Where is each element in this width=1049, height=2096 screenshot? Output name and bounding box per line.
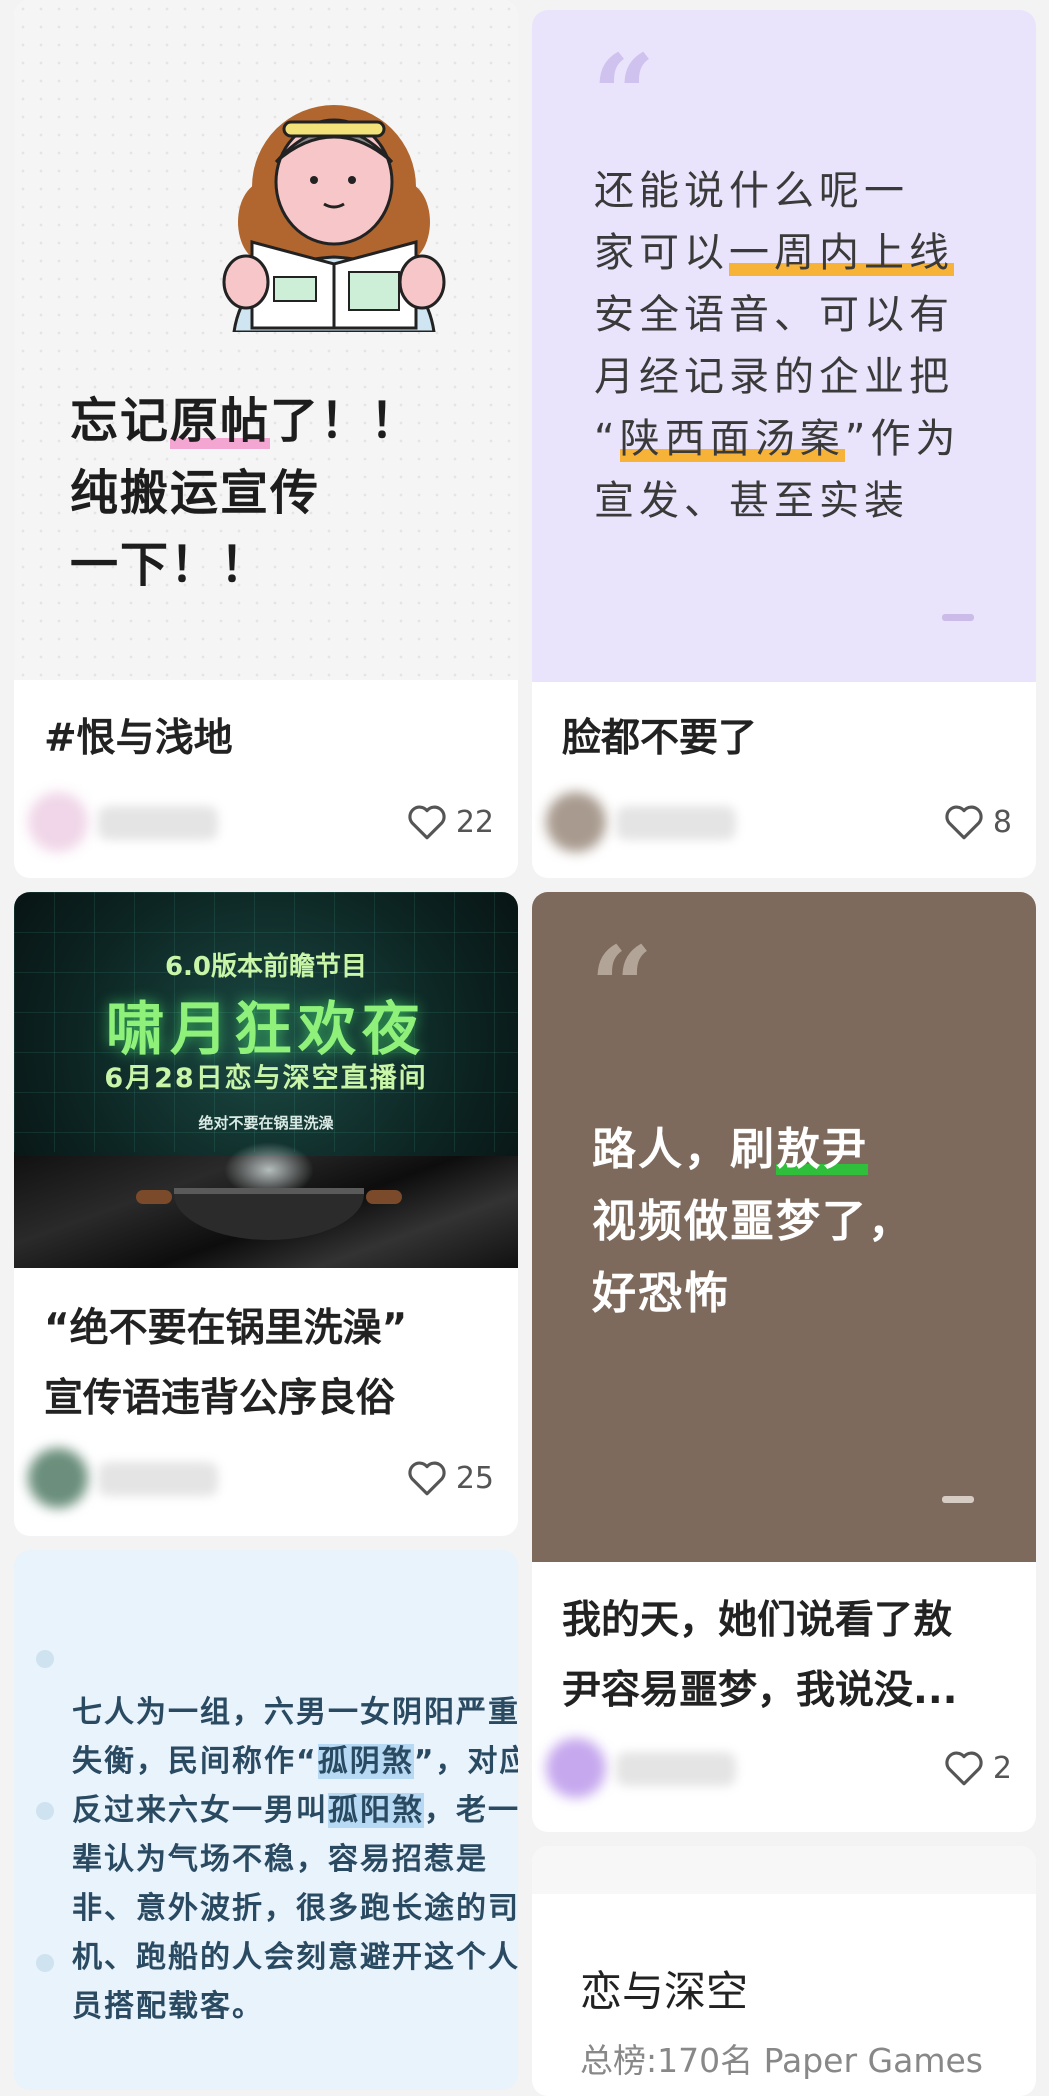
heart-outline-icon: [408, 1461, 446, 1496]
author-name[interactable]: [616, 1752, 736, 1786]
quote-mark-icon: “: [592, 30, 656, 159]
heart-outline-icon: [945, 1751, 983, 1786]
post-meta: 2: [546, 1738, 1012, 1798]
author-name[interactable]: [98, 806, 218, 840]
avatar[interactable]: [546, 1738, 606, 1798]
cover-title: 啸月狂欢夜: [105, 995, 426, 1063]
post-title: #恨与浅地: [44, 716, 233, 761]
author-name[interactable]: [616, 806, 736, 840]
post-meta: 25: [28, 1448, 494, 1508]
post-cover: “ 路人，刷敖尹 视频做噩梦了， 好恐怖: [532, 892, 1036, 1562]
post-card[interactable]: 七人为一组，六男一女阴阳严重失衡，民间称作“孤阴煞”，对应反过来六女一男叫孤阳煞…: [14, 1550, 518, 2090]
like-count: 25: [455, 1460, 494, 1496]
post-cover-image: 6.0版本前瞻节目 啸月狂欢夜 6月28日恋与深空直播间 绝对不要在锅里洗澡: [14, 892, 518, 1268]
app-subtitle: 总榜:170名 Paper Games: [580, 2041, 983, 2080]
like-count: 22: [455, 804, 494, 840]
girl-reading-illustration: [222, 105, 446, 332]
cover-text: 忘记原帖了！！ 纯搬运宣传 一下！！: [70, 393, 421, 593]
divider: [942, 1496, 974, 1503]
quote-text: 还能说什么呢一 家可以一周内上线 安全语音、可以有 月经记录的企业把 “陕西面汤…: [594, 168, 961, 524]
post-meta: 8: [546, 792, 1012, 852]
divider: [942, 614, 974, 621]
cover-subtitle: 6.0版本前瞻节目: [164, 952, 368, 982]
avatar[interactable]: [28, 1448, 88, 1508]
post-card[interactable]: “ 还能说什么呢一 家可以一周内上线 安全语音、可以有 月经记录的企业把 “陕西…: [532, 10, 1036, 878]
cover-date: 6月28日恋与深空直播间: [104, 1063, 428, 1094]
cover-caption: 绝对不要在锅里洗澡: [198, 1114, 334, 1132]
post-cover: 忘记原帖了！！ 纯搬运宣传 一下！！: [14, 0, 518, 680]
avatar[interactable]: [28, 792, 88, 852]
post-cover: “ 还能说什么呢一 家可以一周内上线 安全语音、可以有 月经记录的企业把 “陕西…: [532, 10, 1036, 682]
post-meta: 22: [28, 792, 494, 852]
like-button[interactable]: 8: [943, 800, 1012, 844]
like-button[interactable]: 22: [406, 800, 494, 844]
post-card[interactable]: 6.0版本前瞻节目 啸月狂欢夜 6月28日恋与深空直播间 绝对不要在锅里洗澡 “…: [14, 892, 518, 1536]
quote-text: 路人，刷敖尹 视频做噩梦了， 好恐怖: [592, 1124, 914, 1319]
quote-mark-icon: “: [590, 922, 654, 1051]
author-name[interactable]: [98, 1462, 218, 1496]
app-card[interactable]: 恋与深空 总榜:170名 Paper Games: [532, 1846, 1036, 2096]
post-title: 脸都不要了: [562, 716, 758, 761]
post-card[interactable]: “ 路人，刷敖尹 视频做噩梦了， 好恐怖 我的天，她们说看了敖 尹容易噩梦，我说…: [532, 892, 1036, 1832]
avatar[interactable]: [546, 792, 606, 852]
post-card[interactable]: 忘记原帖了！！ 纯搬运宣传 一下！！ #恨与浅地 22: [14, 0, 518, 878]
like-button[interactable]: 25: [406, 1456, 494, 1500]
heart-outline-icon: [408, 805, 446, 840]
like-count: 2: [992, 1750, 1012, 1786]
app-title: 恋与深空: [580, 1967, 749, 2016]
heart-outline-icon: [945, 805, 983, 840]
like-count: 8: [992, 804, 1012, 840]
like-button[interactable]: 2: [943, 1746, 1012, 1790]
post-text: 七人为一组，六男一女阴阳严重失衡，民间称作“孤阴煞”，对应反过来六女一男叫孤阳煞…: [72, 1695, 518, 2024]
post-title: 我的天，她们说看了敖 尹容易噩梦，我说没...: [562, 1598, 958, 1713]
post-title: “绝不要在锅里洗澡” 宣传语违背公序良俗: [44, 1306, 408, 1421]
